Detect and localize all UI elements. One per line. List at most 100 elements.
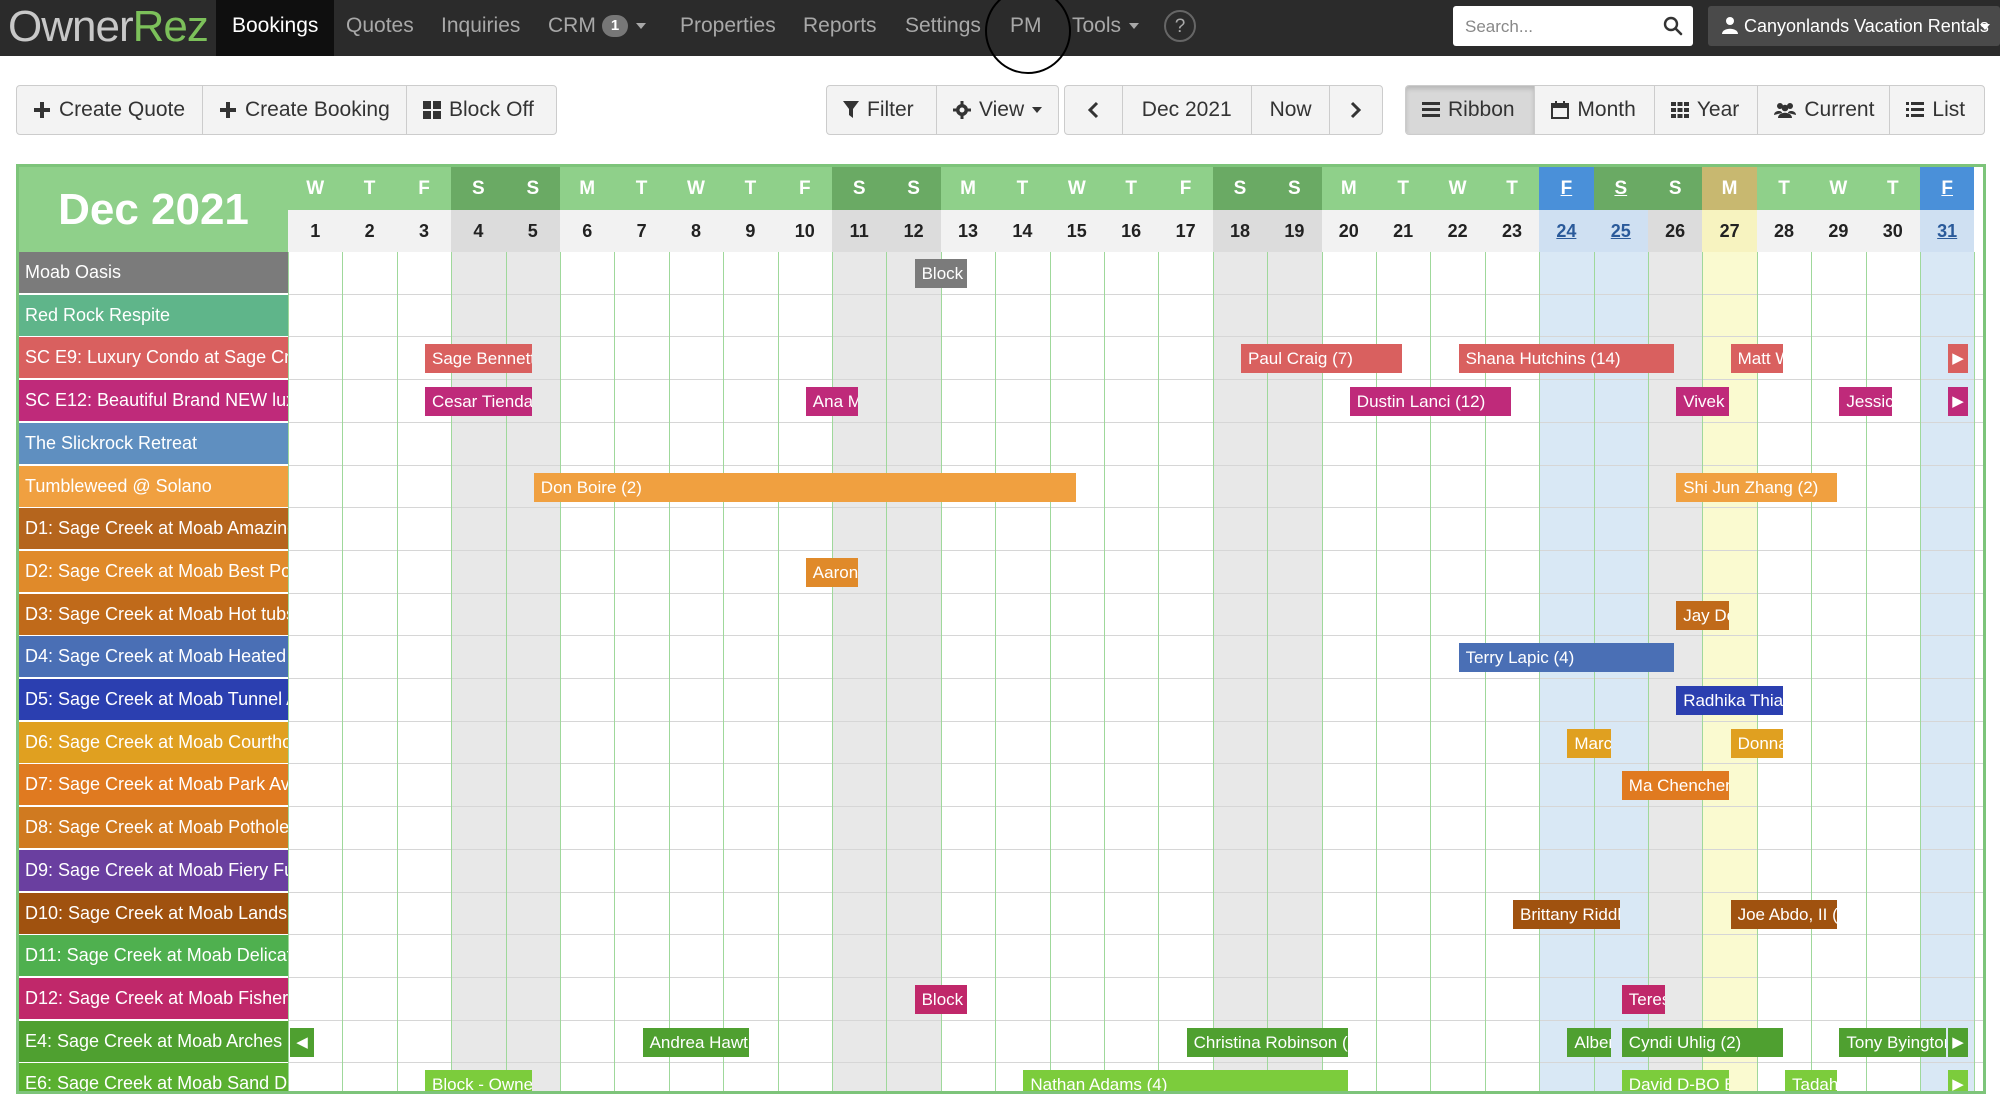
booking-ribbon[interactable]: Joe Abdo, II (1) bbox=[1730, 899, 1838, 929]
day-number[interactable]: 6 bbox=[560, 210, 615, 252]
booking-ribbon[interactable]: Aaron Atkinson bbox=[805, 557, 859, 587]
day-number[interactable]: 15 bbox=[1049, 210, 1104, 252]
property-row-label[interactable]: D8: Sage Creek at Moab Pothole bbox=[19, 807, 288, 849]
view-dropdown[interactable]: View bbox=[937, 86, 1058, 134]
day-number[interactable]: 10 bbox=[777, 210, 832, 252]
nav-reports[interactable]: Reports bbox=[803, 0, 877, 56]
booking-ribbon[interactable]: Block - Owner Block bbox=[425, 1070, 532, 1091]
property-row-label[interactable]: D11: Sage Creek at Moab Delicate bbox=[19, 935, 288, 977]
day-number[interactable]: 16 bbox=[1104, 210, 1159, 252]
booking-ribbon[interactable]: Cesar Tienda bbox=[425, 387, 532, 417]
day-number[interactable]: 29 bbox=[1811, 210, 1866, 252]
day-number[interactable]: 12 bbox=[886, 210, 941, 252]
booking-ribbon[interactable]: Tony Byington bbox=[1839, 1027, 1947, 1057]
account-menu[interactable]: Canyonlands Vacation Rentals bbox=[1708, 6, 2000, 46]
nav-properties[interactable]: Properties bbox=[680, 0, 776, 56]
nav-settings[interactable]: Settings bbox=[905, 0, 981, 56]
property-row-label[interactable]: Moab Oasis bbox=[19, 252, 288, 293]
booking-ribbon[interactable]: Albert bbox=[1567, 1027, 1611, 1057]
property-row-label[interactable]: D7: Sage Creek at Moab Park Avenue bbox=[19, 764, 288, 806]
property-row-label[interactable]: D6: Sage Creek at Moab Courthouse bbox=[19, 721, 288, 763]
day-number[interactable]: 30 bbox=[1865, 210, 1920, 252]
list-view-button[interactable]: List bbox=[1890, 86, 1984, 134]
property-row-label[interactable]: D5: Sage Creek at Moab Tunnel Arch bbox=[19, 679, 288, 720]
property-row-label[interactable]: D1: Sage Creek at Moab Amazing bbox=[19, 508, 288, 550]
help-button[interactable]: ? bbox=[1164, 10, 1196, 42]
day-number[interactable]: 31 bbox=[1920, 210, 1975, 252]
day-number[interactable]: 5 bbox=[505, 210, 560, 252]
day-number[interactable]: 3 bbox=[396, 210, 452, 252]
booking-ribbon[interactable]: Dustin Lanci (12) bbox=[1349, 387, 1511, 417]
day-number[interactable]: 22 bbox=[1430, 210, 1485, 252]
nav-crm[interactable]: CRM 1 bbox=[548, 0, 647, 56]
day-number[interactable]: 14 bbox=[995, 210, 1050, 252]
block-off-button[interactable]: Block Off bbox=[407, 86, 556, 134]
property-row-label[interactable]: D9: Sage Creek at Moab Fiery Furnace bbox=[19, 849, 288, 891]
booking-ribbon[interactable]: Christina Robinson (7) bbox=[1186, 1027, 1348, 1057]
month-view-button[interactable]: Month bbox=[1535, 86, 1655, 134]
continues-right-arrow-icon[interactable]: ▶ bbox=[1948, 1027, 1968, 1057]
booking-ribbon[interactable]: Nathan Adams (4) bbox=[1023, 1070, 1348, 1091]
day-number[interactable]: 11 bbox=[832, 210, 887, 252]
property-row-label[interactable]: E6: Sage Creek at Moab Sand Dune bbox=[19, 1063, 288, 1091]
day-number[interactable]: 17 bbox=[1158, 210, 1213, 252]
day-number[interactable]: 1 bbox=[288, 210, 343, 252]
day-number[interactable]: 7 bbox=[614, 210, 669, 252]
booking-ribbon[interactable]: Shana Hutchins (14) bbox=[1458, 344, 1675, 374]
booking-ribbon[interactable]: David D-BO Bochner bbox=[1621, 1070, 1729, 1091]
booking-ribbon[interactable]: Marcel bbox=[1567, 728, 1611, 758]
day-number[interactable]: 8 bbox=[668, 210, 724, 252]
year-view-button[interactable]: Year bbox=[1655, 86, 1759, 134]
day-number[interactable]: 23 bbox=[1484, 210, 1540, 252]
property-row-label[interactable]: Red Rock Respite bbox=[19, 294, 288, 336]
day-number[interactable]: 26 bbox=[1648, 210, 1703, 252]
continues-right-arrow-icon[interactable]: ▶ bbox=[1948, 344, 1968, 374]
property-row-label[interactable]: SC E9: Luxury Condo at Sage Creek bbox=[19, 337, 288, 379]
property-row-label[interactable]: D3: Sage Creek at Moab Hot tubs bbox=[19, 593, 288, 635]
booking-ribbon[interactable]: Vivek Tyagi ( bbox=[1676, 387, 1729, 417]
booking-ribbon[interactable]: Ana Morales bbox=[805, 387, 859, 417]
day-number[interactable]: 9 bbox=[723, 210, 778, 252]
booking-ribbon[interactable]: Jessica R (6) bbox=[1839, 387, 1892, 417]
property-row-label[interactable]: Tumbleweed @ Solano bbox=[19, 465, 288, 507]
property-row-label[interactable]: D12: Sage Creek at Moab Fisher bbox=[19, 977, 288, 1019]
booking-ribbon[interactable]: Ma Chenchen (5) bbox=[1621, 771, 1729, 801]
booking-ribbon[interactable]: Block bbox=[914, 259, 967, 288]
booking-ribbon[interactable]: Jay Dominguez bbox=[1676, 600, 1729, 630]
nav-quotes[interactable]: Quotes bbox=[346, 0, 414, 56]
day-number[interactable]: 28 bbox=[1756, 210, 1812, 252]
property-row-label[interactable]: SC E12: Beautiful Brand NEW luxury bbox=[19, 380, 288, 422]
day-number[interactable]: 13 bbox=[940, 210, 996, 252]
property-row-label[interactable]: E4: Sage Creek at Moab Arches Park bbox=[19, 1020, 288, 1062]
booking-ribbon[interactable]: Tadahisa Kuroda bbox=[1785, 1070, 1838, 1091]
booking-ribbon[interactable]: Matt Worthington bbox=[1730, 344, 1783, 374]
day-number[interactable]: 2 bbox=[342, 210, 397, 252]
booking-ribbon[interactable]: Block bbox=[914, 984, 967, 1014]
create-booking-button[interactable]: Create Booking bbox=[203, 86, 407, 134]
continues-right-arrow-icon[interactable]: ▶ bbox=[1948, 387, 1968, 417]
day-number[interactable]: 25 bbox=[1593, 210, 1648, 252]
booking-ribbon[interactable]: Shi Jun Zhang (2) bbox=[1676, 472, 1838, 502]
booking-ribbon[interactable]: Teresa bbox=[1621, 984, 1666, 1014]
create-quote-button[interactable]: Create Quote bbox=[17, 86, 203, 134]
previous-period-button[interactable] bbox=[1065, 86, 1123, 134]
booking-ribbon[interactable]: Donna Pearce bbox=[1730, 728, 1783, 758]
booking-ribbon[interactable]: Cyndi Uhlig (2) bbox=[1621, 1027, 1783, 1057]
booking-ribbon[interactable]: Don Boire (2) bbox=[533, 472, 1076, 502]
day-number[interactable]: 21 bbox=[1376, 210, 1431, 252]
property-row-label[interactable]: D10: Sage Creek at Moab Landscape bbox=[19, 892, 288, 934]
property-row-label[interactable]: D4: Sage Creek at Moab Heated bbox=[19, 636, 288, 678]
day-number[interactable]: 20 bbox=[1321, 210, 1376, 252]
search-icon[interactable] bbox=[1663, 16, 1683, 36]
booking-ribbon[interactable]: Sage Bennett bbox=[425, 344, 532, 374]
period-label[interactable]: Dec 2021 bbox=[1123, 86, 1252, 134]
booking-ribbon[interactable]: Terry Lapic (4) bbox=[1458, 643, 1675, 673]
now-button[interactable]: Now bbox=[1252, 86, 1331, 134]
nav-tools[interactable]: Tools bbox=[1072, 0, 1140, 56]
property-row-label[interactable]: D2: Sage Creek at Moab Best Pool bbox=[19, 550, 288, 592]
nav-inquiries[interactable]: Inquiries bbox=[441, 0, 520, 56]
nav-bookings[interactable]: Bookings bbox=[216, 0, 335, 56]
day-number[interactable]: 4 bbox=[451, 210, 506, 252]
booking-ribbon[interactable]: Brittany Riddle (3) bbox=[1513, 899, 1620, 929]
continues-right-arrow-icon[interactable]: ▶ bbox=[1948, 1070, 1968, 1091]
